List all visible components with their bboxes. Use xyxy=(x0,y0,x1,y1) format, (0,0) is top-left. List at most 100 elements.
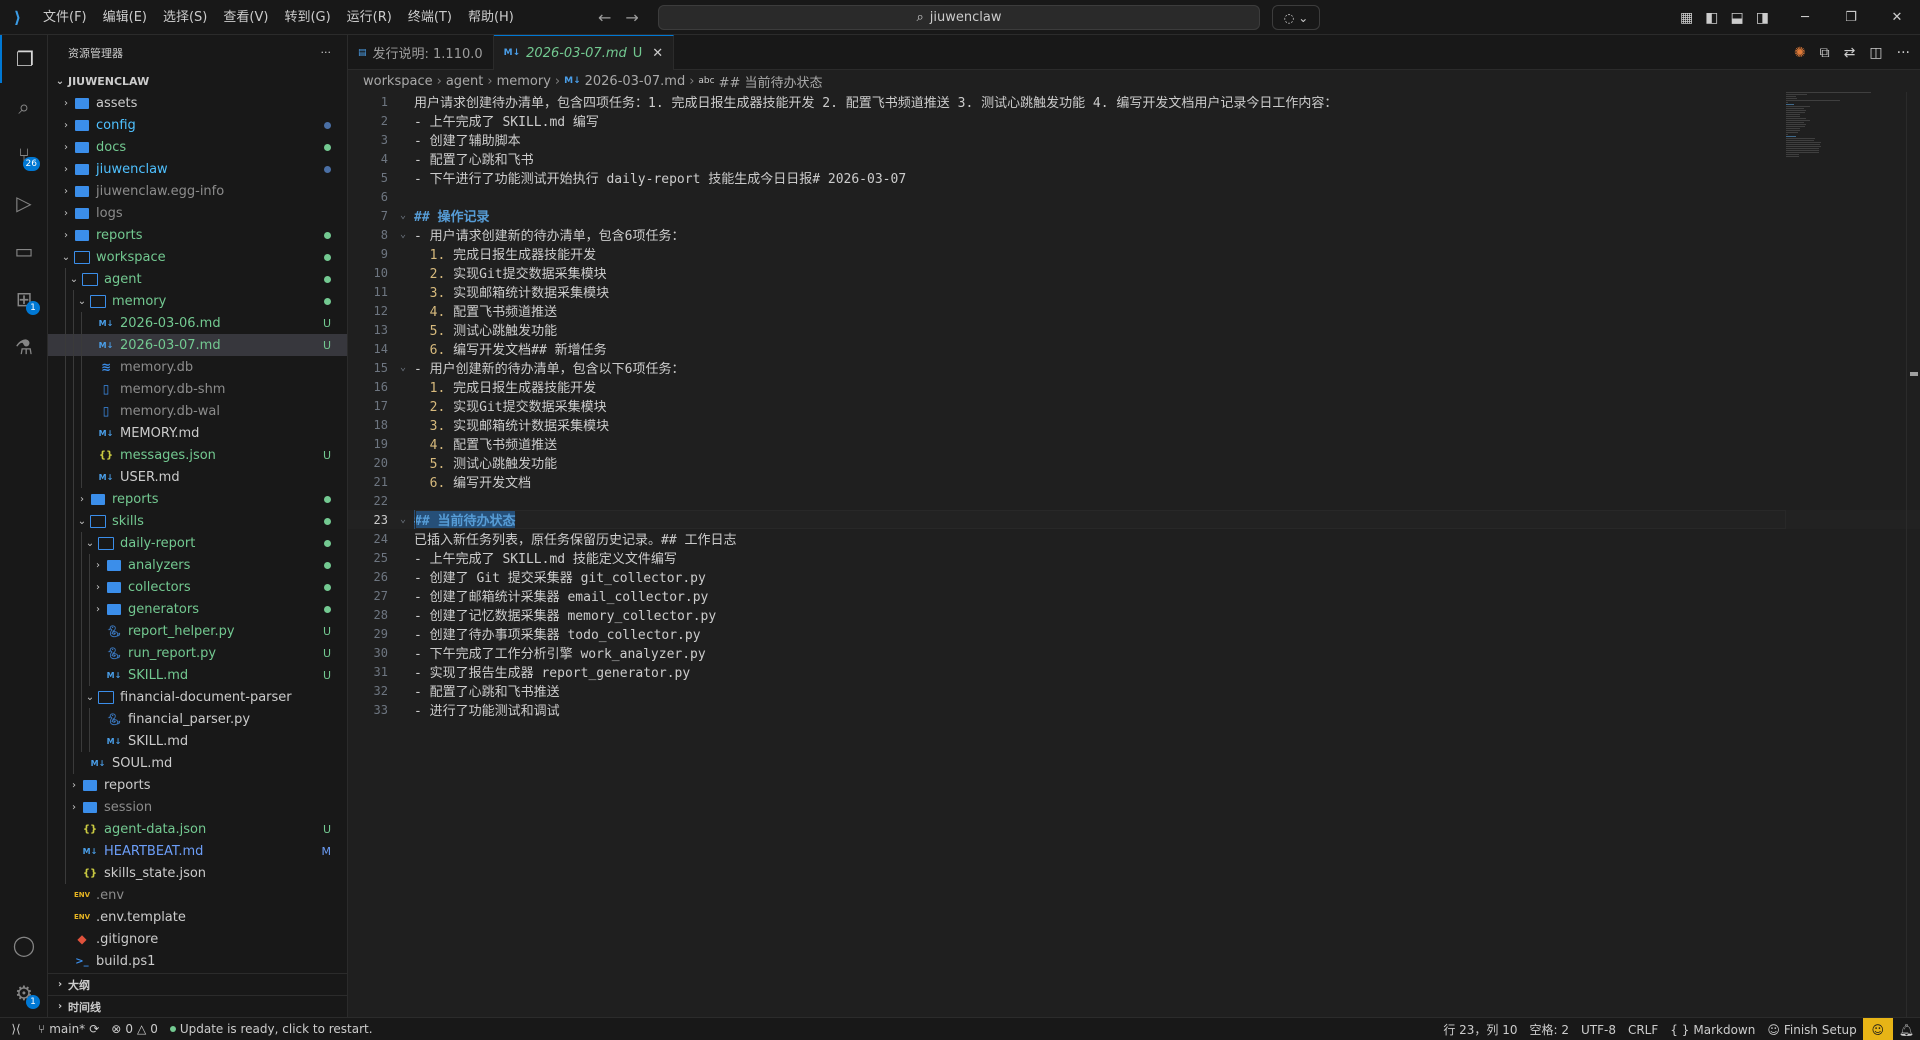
menu-item[interactable]: 帮助(H) xyxy=(460,0,522,35)
breadcrumb-item[interactable]: 2026-03-07.md xyxy=(585,74,686,89)
tree-item[interactable]: › reports xyxy=(48,224,347,246)
tree-item[interactable]: ▯ memory.db-wal xyxy=(48,400,347,422)
tree-item[interactable]: › reports xyxy=(48,774,347,796)
toggle-secondary-sidebar-icon[interactable]: ◨ xyxy=(1756,10,1769,26)
tree-item[interactable]: › assets xyxy=(48,92,347,114)
tree-item[interactable]: › session xyxy=(48,796,347,818)
tree-item[interactable]: {} skills_state.json xyxy=(48,862,347,884)
tree-item[interactable]: ENV .env.template xyxy=(48,906,347,928)
tree-item[interactable]: ◆ .gitignore xyxy=(48,928,347,950)
tree-item[interactable]: ⌄ daily-report xyxy=(48,532,347,554)
tree-item[interactable]: ▯ memory.db-shm xyxy=(48,378,347,400)
breadcrumb-item[interactable]: agent xyxy=(446,74,484,89)
breadcrumb-item[interactable]: workspace xyxy=(363,74,433,89)
tree-item[interactable]: >_ build.ps1 xyxy=(48,950,347,972)
customize-layout-icon[interactable]: ▦ xyxy=(1680,10,1693,26)
menu-item[interactable]: 转到(G) xyxy=(276,0,338,35)
tree-item[interactable]: {} agent-data.json U xyxy=(48,818,347,840)
outline-section[interactable]: › 大纲 xyxy=(48,973,347,995)
fold-gutter[interactable]: ⌄ xyxy=(392,210,414,221)
tree-item[interactable]: › config xyxy=(48,114,347,136)
breadcrumb-item[interactable]: memory xyxy=(497,74,551,89)
tree-item[interactable]: › generators xyxy=(48,598,347,620)
restore-icon[interactable]: ❐ xyxy=(1828,0,1874,35)
source-control-activity[interactable]: ⑂ 26 xyxy=(0,131,48,179)
menu-item[interactable]: 编辑(E) xyxy=(95,0,155,35)
tree-item[interactable]: ⌄ financial-document-parser xyxy=(48,686,347,708)
finish-setup[interactable]: ☺ Finish Setup xyxy=(1761,1018,1862,1040)
tab-2026-03-07-md[interactable]: M↓ 2026-03-07.md U ✕ xyxy=(493,35,675,70)
tree-item[interactable]: › jiuwenclaw xyxy=(48,158,347,180)
fold-gutter[interactable]: ⌄ xyxy=(392,514,414,525)
copilot-sparkle-icon[interactable]: ✺ xyxy=(1794,45,1806,61)
tree-item[interactable]: M↓ SKILL.md xyxy=(48,730,347,752)
toggle-panel-icon[interactable]: ⬓ xyxy=(1730,10,1743,26)
tree-item[interactable]: › reports xyxy=(48,488,347,510)
tree-item[interactable]: {} messages.json U xyxy=(48,444,347,466)
menu-item[interactable]: 文件(F) xyxy=(35,0,95,35)
end-of-line[interactable]: CRLF xyxy=(1622,1018,1664,1040)
tree-item[interactable]: M↓ SOUL.md xyxy=(48,752,347,774)
vertical-scrollbar[interactable] xyxy=(1906,92,1920,1017)
tree-item[interactable]: M↓ 2026-03-07.md U xyxy=(48,334,347,356)
minimize-icon[interactable]: ─ xyxy=(1782,0,1828,35)
copilot-status-icon[interactable]: ☺ xyxy=(1862,1018,1893,1040)
tab-release-notes[interactable]: ▤ 发行说明: 1.110.0 xyxy=(348,35,494,70)
tree-item[interactable]: M↓ 2026-03-06.md U xyxy=(48,312,347,334)
remote-indicator[interactable]: ⟩⟨ xyxy=(0,1018,32,1040)
open-preview-icon[interactable]: ⧉ xyxy=(1820,45,1830,61)
indentation[interactable]: 空格: 2 xyxy=(1523,1018,1575,1040)
compare-changes-icon[interactable]: ⇄ xyxy=(1844,45,1856,61)
workspace-root[interactable]: ⌄ JIUWENCLAW xyxy=(48,70,347,92)
accounts-activity[interactable]: ◯ xyxy=(0,921,48,969)
tree-item[interactable]: › docs xyxy=(48,136,347,158)
tree-item[interactable]: ⌄ workspace xyxy=(48,246,347,268)
minimap[interactable] xyxy=(1786,92,1906,172)
forward-arrow-icon[interactable]: → xyxy=(625,8,638,27)
tree-item[interactable]: › analyzers xyxy=(48,554,347,576)
fold-gutter[interactable]: ⌄ xyxy=(392,362,414,373)
remote-explorer-activity[interactable]: ▭ xyxy=(0,227,48,275)
tree-item[interactable]: ⌄ skills xyxy=(48,510,347,532)
notifications[interactable]: 🔔︎ xyxy=(1893,1018,1920,1040)
problems-indicator[interactable]: ⊗ 0 △ 0 xyxy=(105,1018,164,1040)
fold-gutter[interactable]: ⌄ xyxy=(392,229,414,240)
update-notice[interactable]: Update is ready, click to restart. xyxy=(164,1018,379,1040)
menu-item[interactable]: 终端(T) xyxy=(400,0,460,35)
extensions-activity[interactable]: ⊞ 1 xyxy=(0,275,48,323)
breadcrumb-item[interactable]: ## 当前待办状态 xyxy=(719,72,823,91)
more-actions-icon[interactable]: ··· xyxy=(321,46,332,59)
language-mode[interactable]: { } Markdown xyxy=(1664,1018,1761,1040)
timeline-section[interactable]: › 时间线 xyxy=(48,995,347,1017)
menu-item[interactable]: 运行(R) xyxy=(339,0,400,35)
tree-item[interactable]: M↓ MEMORY.md xyxy=(48,422,347,444)
tree-item[interactable]: 🐍︎ report_helper.py U xyxy=(48,620,347,642)
close-window-icon[interactable]: ✕ xyxy=(1874,0,1920,35)
menu-item[interactable]: 选择(S) xyxy=(155,0,215,35)
toggle-primary-sidebar-icon[interactable]: ◧ xyxy=(1705,10,1718,26)
close-icon[interactable]: ✕ xyxy=(652,46,663,61)
tree-item[interactable]: ENV .env xyxy=(48,884,347,906)
branch-indicator[interactable]: ⑂ main* ⟳ xyxy=(32,1018,105,1040)
command-center-search[interactable]: ⌕ jiuwenclaw xyxy=(658,5,1260,30)
back-arrow-icon[interactable]: ← xyxy=(598,8,611,27)
tree-item[interactable]: M↓ USER.md xyxy=(48,466,347,488)
cursor-position[interactable]: 行 23，列 10 xyxy=(1437,1018,1523,1040)
more-actions-icon[interactable]: ··· xyxy=(1897,45,1910,61)
tree-item[interactable]: › jiuwenclaw.egg-info xyxy=(48,180,347,202)
explorer-activity[interactable]: ❐ xyxy=(0,35,48,83)
tree-item[interactable]: M↓ SKILL.md U xyxy=(48,664,347,686)
menu-item[interactable]: 查看(V) xyxy=(215,0,276,35)
tree-item[interactable]: ⌄ agent xyxy=(48,268,347,290)
tree-item[interactable]: › collectors xyxy=(48,576,347,598)
split-editor-icon[interactable]: ◫ xyxy=(1869,45,1882,61)
code-editor[interactable]: 1 用户请求创建待办清单，包含四项任务：1. 完成日报生成器技能开发 2. 配置飞… xyxy=(348,92,1920,1017)
run-debug-activity[interactable]: ▷ xyxy=(0,179,48,227)
tree-item[interactable]: ⌄ memory xyxy=(48,290,347,312)
encoding[interactable]: UTF-8 xyxy=(1575,1018,1622,1040)
testing-activity[interactable]: ⚗ xyxy=(0,323,48,371)
search-activity[interactable]: ⌕ xyxy=(0,83,48,131)
tree-item[interactable]: M↓ HEARTBEAT.md M xyxy=(48,840,347,862)
tree-item[interactable]: ≋ memory.db xyxy=(48,356,347,378)
manage-activity[interactable]: ⚙ 1 xyxy=(0,969,48,1017)
